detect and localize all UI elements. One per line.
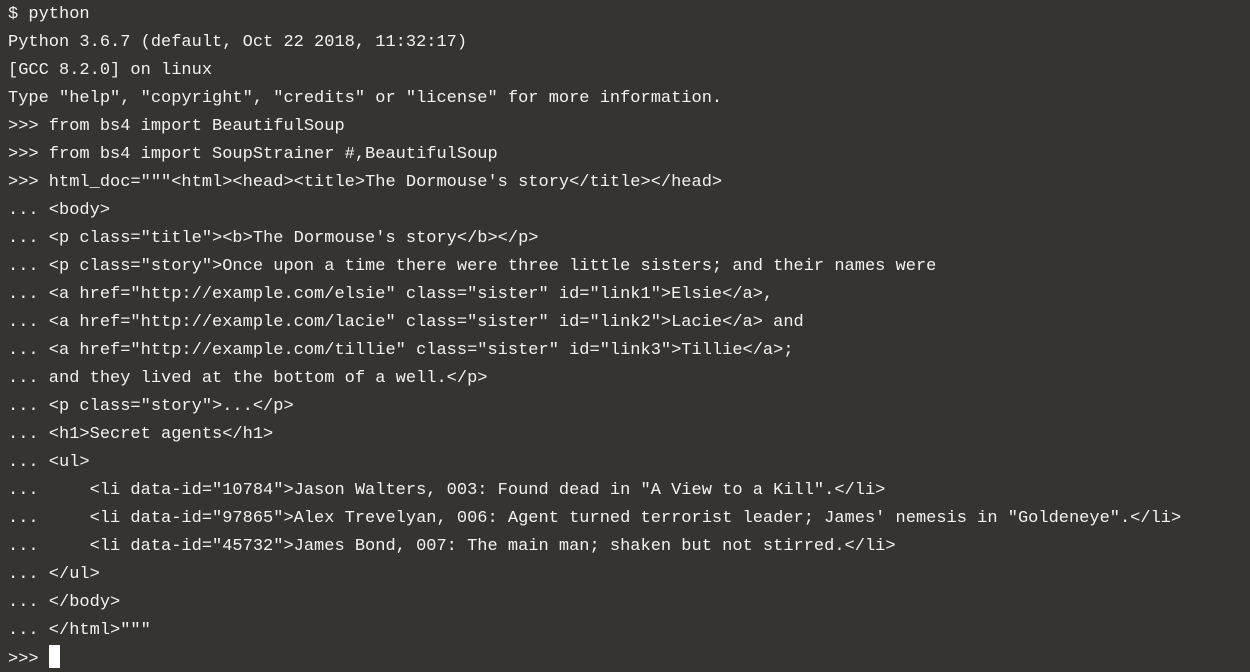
prompt: >>> bbox=[8, 650, 49, 669]
terminal-line: ... <ul> bbox=[8, 453, 90, 472]
terminal-line: ... </html>""" bbox=[8, 621, 151, 640]
terminal-line: ... </body> bbox=[8, 593, 121, 612]
terminal-line: >>> from bs4 import SoupStrainer #,Beaut… bbox=[8, 145, 498, 164]
terminal-line: ... <p class="story">Once upon a time th… bbox=[8, 257, 937, 276]
input-line[interactable]: >>> bbox=[8, 645, 1250, 672]
terminal-line: ... </ul> bbox=[8, 565, 100, 584]
terminal-line: Type "help", "copyright", "credits" or "… bbox=[8, 89, 723, 108]
terminal-line: >>> html_doc="""<html><head><title>The D… bbox=[8, 173, 723, 192]
terminal-line: ... <li data-id="97865">Alex Trevelyan, … bbox=[8, 509, 1182, 528]
terminal-line: ... <body> bbox=[8, 201, 111, 220]
terminal-line: ... <h1>Secret agents</h1> bbox=[8, 425, 274, 444]
terminal-line: ... <p class="story">...</p> bbox=[8, 397, 294, 416]
text-cursor[interactable] bbox=[48, 645, 60, 668]
terminal-line: ... <li data-id="10784">Jason Walters, 0… bbox=[8, 481, 886, 500]
terminal-line: Python 3.6.7 (default, Oct 22 2018, 11:3… bbox=[8, 33, 468, 52]
terminal-line: ... <a href="http://example.com/tillie" … bbox=[8, 341, 794, 360]
terminal-line: ... <a href="http://example.com/elsie" c… bbox=[8, 285, 774, 304]
terminal-line: [GCC 8.2.0] on linux bbox=[8, 61, 213, 80]
terminal-line: ... <a href="http://example.com/lacie" c… bbox=[8, 313, 804, 332]
terminal-line: ... <li data-id="45732">James Bond, 007:… bbox=[8, 537, 896, 556]
terminal-line: $ python bbox=[8, 5, 90, 24]
terminal-line: >>> from bs4 import BeautifulSoup bbox=[8, 117, 345, 136]
terminal-line: ... and they lived at the bottom of a we… bbox=[8, 369, 488, 388]
terminal-line: ... <p class="title"><b>The Dormouse's s… bbox=[8, 229, 539, 248]
terminal-window[interactable]: $ python Python 3.6.7 (default, Oct 22 2… bbox=[0, 0, 1250, 672]
